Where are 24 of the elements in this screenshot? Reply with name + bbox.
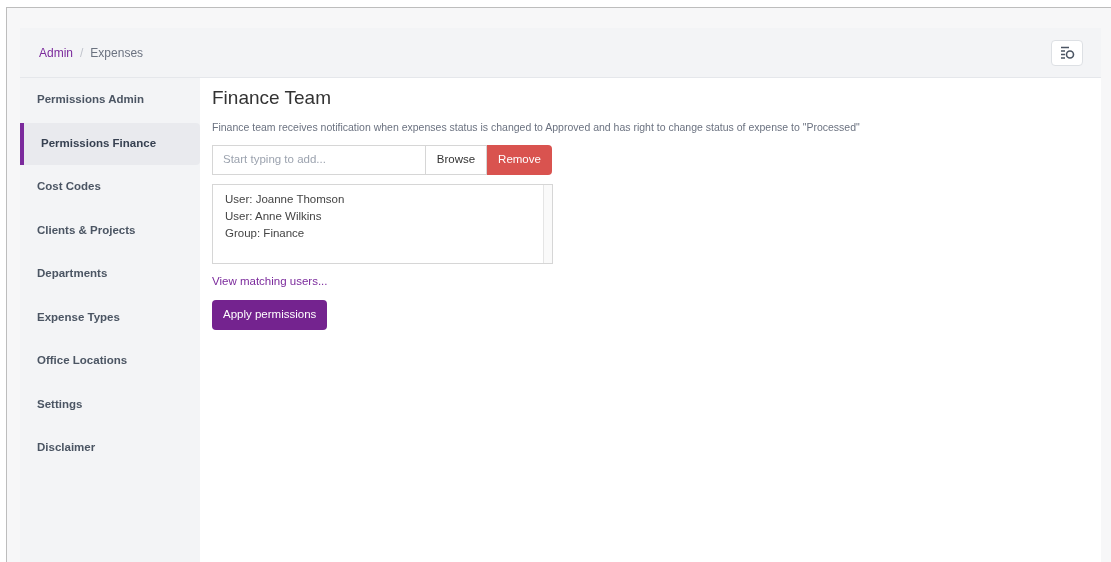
sidebar-item[interactable]: Departments: [20, 253, 200, 295]
member-item[interactable]: User: Anne Wilkins: [225, 207, 543, 225]
apply-permissions-button[interactable]: Apply permissions: [212, 300, 328, 330]
breadcrumb-current: Expenses: [90, 44, 144, 62]
member-item[interactable]: User: Joanne Thomson: [225, 190, 543, 208]
search-field[interactable]: Start typing to add...: [212, 144, 426, 175]
list-icon: [1059, 46, 1075, 59]
sidebar-item[interactable]: Disclaimer: [20, 427, 200, 469]
view-matching-users-link[interactable]: View matching users...: [212, 272, 328, 290]
remove-button[interactable]: Remove: [487, 144, 552, 175]
page-title: Finance Team: [212, 86, 332, 110]
sidebar-item[interactable]: Clients & Projects: [20, 209, 200, 252]
sidebar-item[interactable]: Permissions Finance: [20, 122, 200, 165]
description: Finance team receives notification when expenses status is changed to Approved and has right to change status of expense to "Processed": [212, 120, 861, 135]
breadcrumb-separator: /: [80, 44, 84, 62]
sidebar-item[interactable]: Office Locations: [20, 340, 200, 382]
sidebar-item[interactable]: Permissions Admin: [20, 79, 200, 121]
scrollbar[interactable]: [543, 184, 552, 263]
breadcrumb-link[interactable]: Admin: [39, 43, 73, 62]
sidebar-item[interactable]: Settings: [20, 383, 200, 426]
sidebar-item[interactable]: Cost Codes: [20, 166, 200, 208]
member-item[interactable]: Group: Finance: [225, 224, 543, 242]
sidebar-item[interactable]: Expense Types: [20, 296, 200, 339]
toolbar-button[interactable]: [1051, 39, 1083, 66]
